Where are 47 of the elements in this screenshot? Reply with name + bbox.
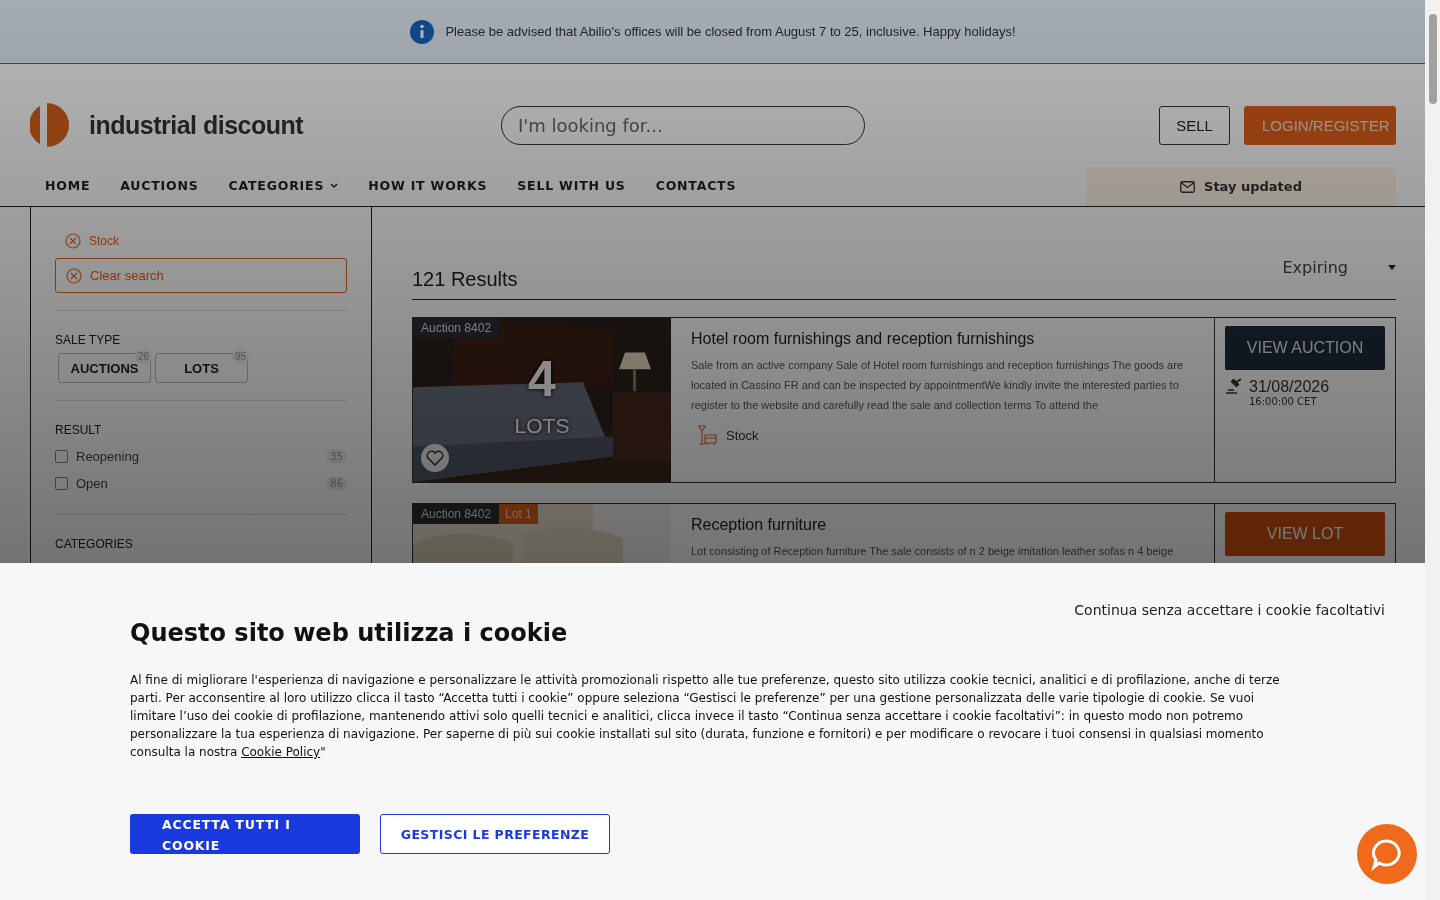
checkbox-label: Open	[76, 476, 108, 491]
nav-link[interactable]: SELL WITH US	[502, 178, 641, 206]
checkbox[interactable]	[55, 477, 68, 490]
checkbox[interactable]	[55, 450, 68, 463]
nav-link[interactable]: AUCTIONS	[105, 178, 214, 206]
scrollbar[interactable]	[1425, 0, 1440, 900]
cookie-title: Questo sito web utilizza i cookie	[130, 619, 569, 647]
continue-without-accepting-link[interactable]: Continua senza accettare i cookie facoltativi	[1074, 602, 1385, 618]
view-button[interactable]: VIEW AUCTION	[1225, 326, 1385, 370]
furniture-icon	[696, 424, 718, 446]
accept-all-button[interactable]: ACCETTA TUTTI I COOKIE	[130, 814, 360, 854]
card-title[interactable]: Hotel room furnishings and reception furnishings	[691, 330, 1194, 348]
card-description: Sale from an active company Sale of Hotel room furnishings and reception furnishings The goods are located in Cassino FR and can be inspected by appointmentWe kindly invite the interested parties to register to the website and carefully read the sale and collection terms To attend the	[691, 358, 1184, 413]
results-count: 121 Results	[412, 267, 518, 291]
card-title[interactable]: Reception furniture	[691, 516, 1194, 534]
nav-link[interactable]: HOW IT WORKS	[353, 178, 503, 206]
end-time: 16:00:00 CET	[1249, 396, 1318, 407]
manage-preferences-button[interactable]: GESTISCI LE PREFERENZE	[380, 814, 610, 854]
end-date: 31/08/2026	[1249, 378, 1330, 396]
card-description: Lot consisting of Reception furniture The sale consists of n 2 beige imitation leather sofas n 4 beige	[691, 544, 1175, 559]
nav-link[interactable]: CATEGORIES	[213, 178, 354, 206]
envelope-icon	[1180, 180, 1196, 193]
notice-text: Please be advised that Abilio's offices will be closed from August 7 to 25, inclusive. Happy holidays!	[445, 24, 1016, 39]
section-title: CATEGORIES	[55, 537, 134, 551]
section-title: SALE TYPE	[55, 333, 122, 347]
nav-link[interactable]: HOME	[30, 178, 106, 206]
checkbox-label: Reopening	[76, 449, 139, 464]
caret-icon	[1388, 264, 1396, 270]
auction-tag: Auction 8402	[413, 318, 500, 338]
section-title: RESULT	[55, 423, 103, 437]
close-icon	[66, 267, 82, 284]
lot-count: 4	[528, 350, 556, 408]
category-label: Stock	[726, 427, 759, 443]
lot-count-label: LOTS	[514, 414, 570, 438]
nav-link[interactable]: CONTACTS	[640, 178, 752, 206]
info-icon	[409, 18, 436, 45]
cookie-text: Al fine di migliorare l'esperienza di navigazione e personalizzare le attività promozionali rispetto alle tue preferenze, questo sito utilizza cookie tecnici, analitici e di profilazione, anche di terze parti. Per acconsentire al loro utilizzo clicca il tasto “Accetta tutti i cookie” oppure seleziona “Gestisci le preferenze” per una gestione personalizzata delle varie tipologie di cookie. Se vuoi limitare l’uso dei cookie di profilazione, mantenendo attivi solo quelli tecnici e analitici, clicca invece il tasto “Continua senza accettare i cookie facoltativi”: in questo modo non potremo personalizzare la tua esperienza di navigazione. Per saperne di più sui cookie installati sul sito (durata, funzione e fornitori) e per modificare o revocare i tuoi consensi in qualsiasi momento consulta la nostra Cookie Policy"	[130, 672, 1281, 761]
sort-dropdown[interactable]: Expiring	[1282, 257, 1396, 291]
gavel-icon	[1225, 378, 1243, 394]
auction-tag: Auction 8402	[413, 504, 500, 524]
logo-text: industrial discount	[89, 110, 304, 140]
search-field[interactable]: I'm looking for...	[501, 105, 865, 145]
cookie-policy-link[interactable]: Cookie Policy	[241, 745, 321, 759]
lot-tag: Lot 1	[499, 504, 538, 524]
stay-updated-button[interactable]: Stay updated	[1086, 167, 1396, 206]
sell-button[interactable]: SELL	[1159, 105, 1230, 145]
close-icon	[65, 233, 81, 249]
